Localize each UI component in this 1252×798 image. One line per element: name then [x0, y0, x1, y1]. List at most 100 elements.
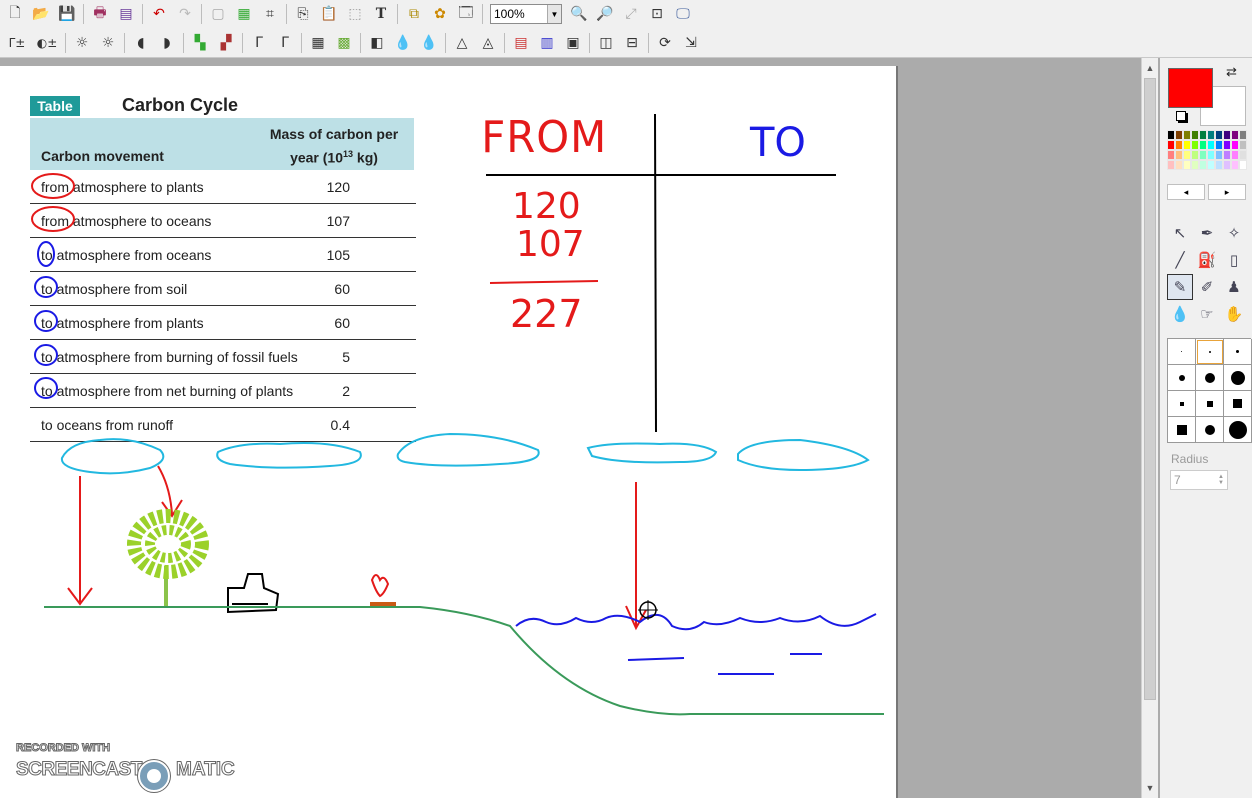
new-icon[interactable]: 🗋	[2, 2, 28, 26]
brush-size-option[interactable]	[1224, 417, 1252, 443]
palette-swatch[interactable]	[1223, 130, 1231, 140]
palette-swatch[interactable]	[1191, 140, 1199, 150]
blur-icon[interactable]: 💧	[390, 31, 416, 55]
emboss-icon[interactable]: △	[449, 31, 475, 55]
palette-swatch[interactable]	[1239, 150, 1247, 160]
hue-up-icon[interactable]: ▞	[213, 31, 239, 55]
mosaic-icon[interactable]: ▩	[331, 31, 357, 55]
hand-icon[interactable]: ✋	[1221, 301, 1247, 327]
palette-swatch[interactable]	[1175, 130, 1183, 140]
palette-prev-icon[interactable]: ◂	[1167, 184, 1205, 200]
palette-swatch[interactable]	[1191, 130, 1199, 140]
flip-v-icon[interactable]: ⊟	[619, 31, 645, 55]
palette-swatch[interactable]	[1175, 140, 1183, 150]
gradient-icon[interactable]: ▤	[508, 31, 534, 55]
brush-size-option[interactable]	[1168, 391, 1196, 417]
pen-icon[interactable]: ✎	[1167, 274, 1193, 300]
edge-icon[interactable]: ◬	[475, 31, 501, 55]
gamma-up-icon[interactable]: Γ	[272, 31, 298, 55]
smudge-icon[interactable]: ☞	[1194, 301, 1220, 327]
copy-icon[interactable]: ⎘	[290, 2, 316, 26]
palette-swatch[interactable]	[1183, 140, 1191, 150]
print-icon[interactable]: 🖶	[87, 2, 113, 26]
palette-swatch[interactable]	[1231, 130, 1239, 140]
palette-swatch[interactable]	[1223, 150, 1231, 160]
effects-icon[interactable]: ✿	[427, 2, 453, 26]
palette-swatch[interactable]	[1175, 150, 1183, 160]
palette-swatch[interactable]	[1199, 150, 1207, 160]
blank-icon[interactable]: ▢	[205, 2, 231, 26]
brush-size-option[interactable]	[1196, 365, 1224, 391]
swap-colors-icon[interactable]: ⇄	[1226, 64, 1237, 80]
fullscreen-icon[interactable]: 🖵	[670, 2, 696, 26]
palette-swatch[interactable]	[1183, 130, 1191, 140]
color-palette[interactable]	[1167, 130, 1247, 170]
rotate-icon[interactable]: ⟳	[652, 31, 678, 55]
actual-size-icon[interactable]: ⊡	[644, 2, 670, 26]
palette-swatch[interactable]	[1231, 150, 1239, 160]
gamma-down-icon[interactable]: Γ	[246, 31, 272, 55]
crop-icon[interactable]: ⌗	[257, 2, 283, 26]
palette-swatch[interactable]	[1207, 150, 1215, 160]
palette-swatch[interactable]	[1199, 130, 1207, 140]
save-icon[interactable]: 💾	[54, 2, 80, 26]
brush-icon[interactable]: ✐	[1194, 274, 1220, 300]
select-arrow-icon[interactable]: ↖	[1167, 220, 1193, 246]
zoom-out-icon[interactable]: 🔎	[592, 2, 618, 26]
palette-swatch[interactable]	[1223, 160, 1231, 170]
contrast-up-icon[interactable]: ◗	[154, 31, 180, 55]
stamp-icon[interactable]: ♟	[1221, 274, 1247, 300]
palette-swatch[interactable]	[1207, 160, 1215, 170]
scan-icon[interactable]: ▤	[113, 2, 139, 26]
brightness-down-icon[interactable]: ☼	[69, 31, 95, 55]
palette-swatch[interactable]	[1215, 150, 1223, 160]
flip-h-icon[interactable]: ◫	[593, 31, 619, 55]
hue-down-icon[interactable]: ▚	[187, 31, 213, 55]
palette-swatch[interactable]	[1223, 140, 1231, 150]
select-icon[interactable]: ⬚	[342, 2, 368, 26]
palette-swatch[interactable]	[1215, 140, 1223, 150]
magic-wand-icon[interactable]: ✧	[1221, 220, 1247, 246]
open-icon[interactable]: 📂	[28, 2, 54, 26]
drop-icon[interactable]: 💧	[1167, 301, 1193, 327]
palette-swatch[interactable]	[1207, 140, 1215, 150]
brush-size-option[interactable]	[1224, 339, 1252, 365]
palette-swatch[interactable]	[1191, 160, 1199, 170]
layers-icon[interactable]: ⧉	[401, 2, 427, 26]
palette-swatch[interactable]	[1231, 160, 1239, 170]
brush-size-option[interactable]	[1168, 417, 1196, 443]
scroll-down-icon[interactable]: ▼	[1142, 780, 1158, 796]
auto-contrast-icon[interactable]: Γ±	[2, 31, 32, 55]
brush-size-option[interactable]	[1224, 365, 1252, 391]
palette-swatch[interactable]	[1191, 150, 1199, 160]
palette-swatch[interactable]	[1199, 160, 1207, 170]
chevron-down-icon[interactable]: ▼	[547, 5, 561, 23]
redo-icon[interactable]: ↷	[172, 2, 198, 26]
eyedropper-icon[interactable]: ✒	[1194, 220, 1220, 246]
palette-swatch[interactable]	[1215, 160, 1223, 170]
palette-swatch[interactable]	[1239, 160, 1247, 170]
paste-icon[interactable]: 📋	[316, 2, 342, 26]
brush-size-option[interactable]	[1168, 365, 1196, 391]
color-icon[interactable]: ▦	[231, 2, 257, 26]
palette-swatch[interactable]	[1167, 140, 1175, 150]
canvas-area[interactable]: Table Carbon Cycle Carbon movement Mass …	[0, 58, 1143, 798]
radius-input[interactable]: 7 ▲ ▼	[1170, 470, 1228, 490]
brightness-up-icon[interactable]: ☼	[95, 31, 121, 55]
palette-swatch[interactable]	[1167, 130, 1175, 140]
window-icon[interactable]: 🗔	[453, 2, 479, 26]
reset-colors-icon[interactable]	[1176, 111, 1186, 121]
palette-swatch[interactable]	[1199, 140, 1207, 150]
image-canvas[interactable]: Table Carbon Cycle Carbon movement Mass …	[0, 66, 898, 798]
grid-icon[interactable]: ▦	[305, 31, 331, 55]
zoom-in-icon[interactable]: 🔍	[566, 2, 592, 26]
scroll-up-icon[interactable]: ▲	[1142, 60, 1158, 76]
palette-swatch[interactable]	[1207, 130, 1215, 140]
palette-swatch[interactable]	[1183, 150, 1191, 160]
scrollbar-thumb[interactable]	[1144, 78, 1156, 700]
radius-stepper-icon[interactable]: ▲ ▼	[1215, 471, 1227, 489]
undo-icon[interactable]: ↶	[146, 2, 172, 26]
palette-swatch[interactable]	[1239, 130, 1247, 140]
text-icon[interactable]: T	[368, 2, 394, 26]
palette-swatch[interactable]	[1231, 140, 1239, 150]
